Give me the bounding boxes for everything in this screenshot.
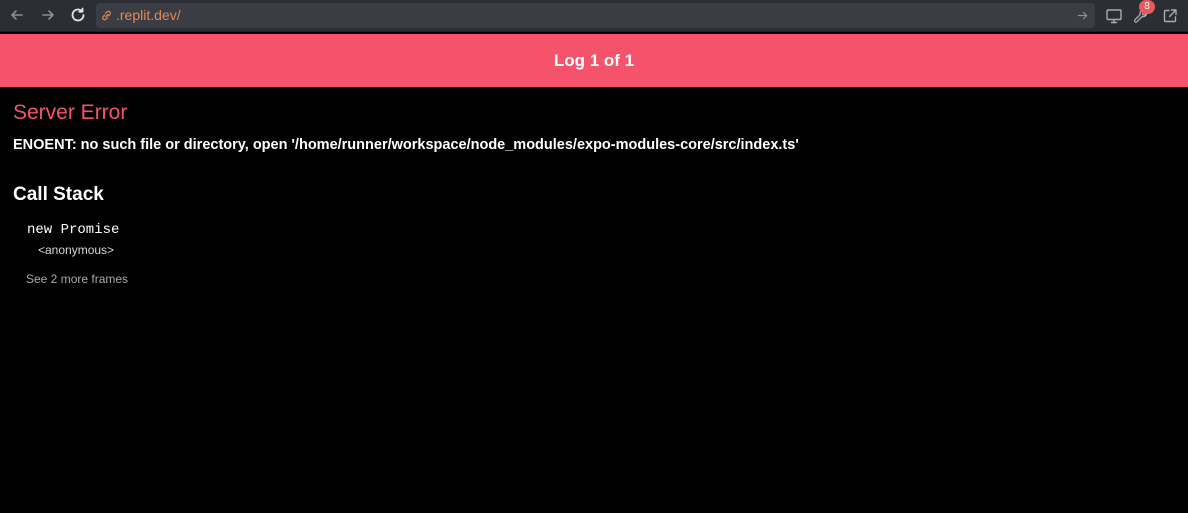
back-button[interactable] bbox=[5, 4, 29, 26]
link-icon bbox=[102, 10, 111, 21]
log-counter: Log 1 of 1 bbox=[553, 50, 635, 70]
error-title: Server Error bbox=[13, 101, 128, 124]
url-text: .replit.dev/ bbox=[116, 7, 181, 23]
monitor-icon bbox=[1106, 9, 1122, 24]
external-link-icon bbox=[1163, 9, 1177, 23]
notification-badge: 8 bbox=[1139, 0, 1155, 14]
browser-toolbar: .replit.dev/ 8 bbox=[0, 0, 1188, 32]
reload-button[interactable] bbox=[66, 4, 90, 26]
stack-frame-name[interactable]: new Promise bbox=[27, 222, 119, 238]
address-bar[interactable]: .replit.dev/ bbox=[96, 3, 1095, 28]
screen-button[interactable] bbox=[1103, 5, 1125, 27]
error-message: ENOENT: no such file or directory, open … bbox=[13, 137, 799, 153]
forward-button[interactable] bbox=[36, 4, 60, 26]
arrow-left-icon bbox=[11, 10, 23, 20]
open-external-button[interactable] bbox=[1159, 5, 1181, 27]
go-arrow-icon[interactable] bbox=[1076, 9, 1089, 22]
call-stack-title: Call Stack bbox=[13, 184, 104, 205]
arrow-right-icon bbox=[42, 10, 54, 20]
reload-icon bbox=[71, 7, 85, 22]
log-header: Log 1 of 1 bbox=[0, 34, 1188, 87]
see-more-frames-button[interactable]: See 2 more frames bbox=[26, 272, 128, 286]
stack-frame-location: <anonymous> bbox=[38, 243, 115, 257]
